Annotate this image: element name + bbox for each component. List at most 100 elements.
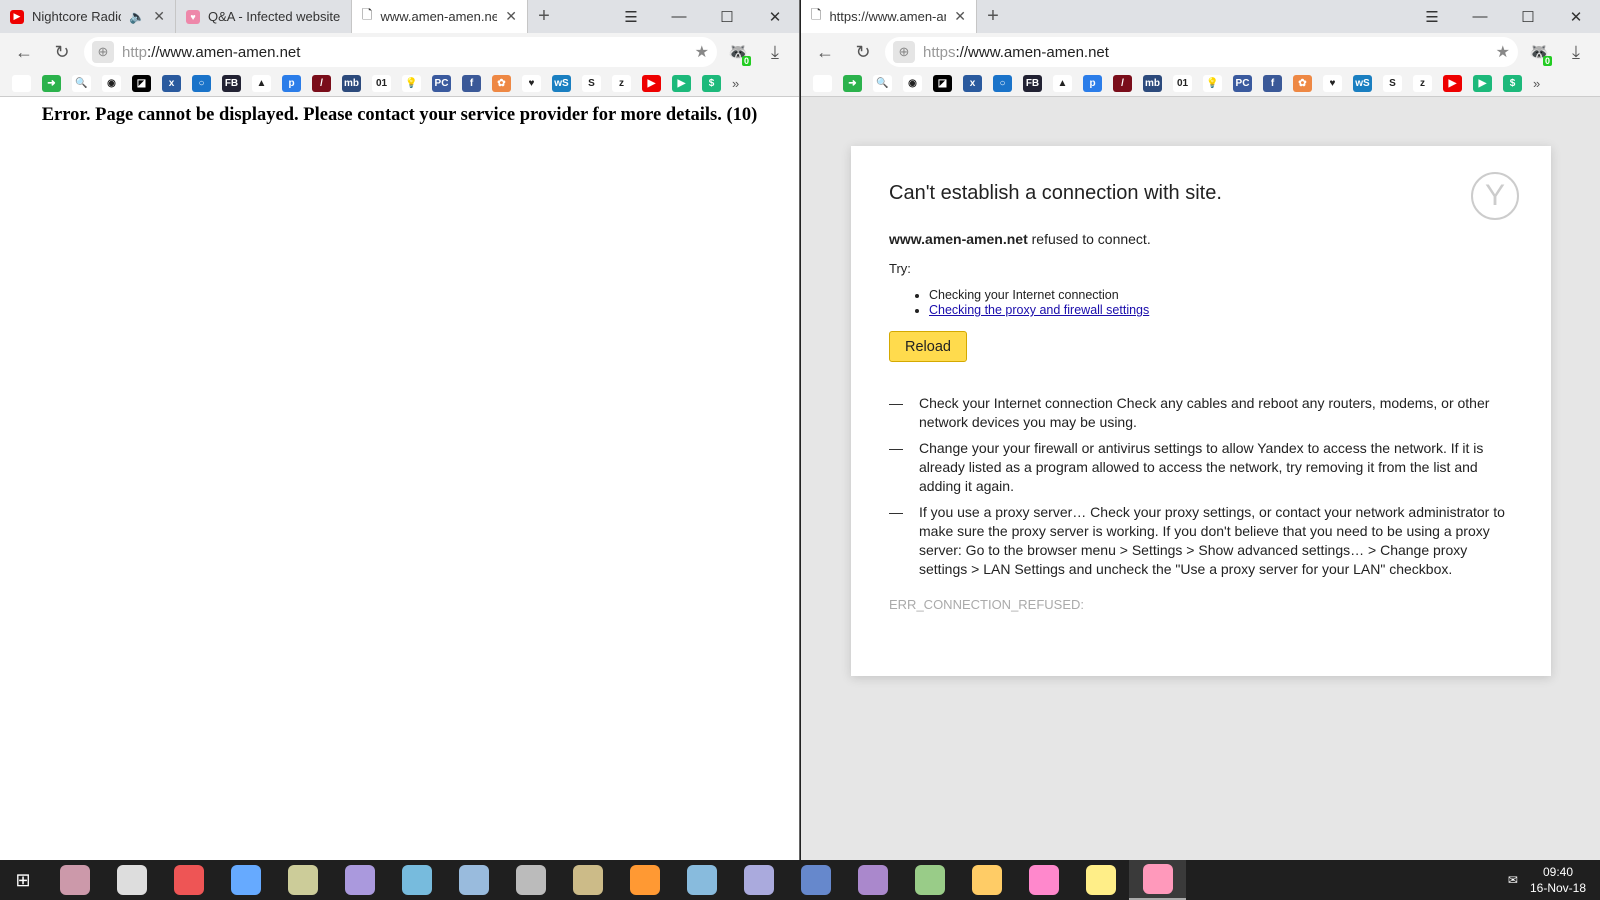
taskbar-app-icon[interactable] (1015, 860, 1072, 900)
taskbar-app-icon[interactable] (502, 860, 559, 900)
minimize-button[interactable]: — (1456, 0, 1504, 33)
taskbar-app-icon[interactable] (787, 860, 844, 900)
more-bookmarks-icon[interactable]: » (1533, 76, 1540, 91)
bookmark-p-icon[interactable]: p (282, 75, 301, 92)
bookmark-colors-icon[interactable]: ✿ (492, 75, 511, 92)
bookmark-youtube-icon[interactable]: ▶ (1443, 75, 1462, 92)
bookmark-s-icon[interactable]: S (582, 75, 601, 92)
bookmark-p-icon[interactable]: p (1083, 75, 1102, 92)
minimize-button[interactable]: — (655, 0, 703, 33)
downloads-button[interactable]: ⤓ (1560, 42, 1592, 63)
more-bookmarks-icon[interactable]: » (732, 76, 739, 91)
taskbar-app-icon[interactable] (673, 860, 730, 900)
taskbar-app-icon[interactable] (1072, 860, 1129, 900)
taskbar-app-icon[interactable] (445, 860, 502, 900)
bookmark-search-icon[interactable]: ○ (993, 75, 1012, 92)
tab-amen[interactable]: 🗋 www.amen-amen.net ✕ (352, 0, 528, 33)
taskbar-app-icon[interactable] (616, 860, 673, 900)
bookmark-binary-icon[interactable]: 01 (1173, 75, 1192, 92)
bookmark-page-icon[interactable] (12, 75, 31, 92)
bookmark-star-icon[interactable]: ★ (695, 42, 709, 62)
bookmark-star-icon[interactable]: ★ (1496, 42, 1510, 62)
taskbar-app-icon[interactable] (844, 860, 901, 900)
taskbar-app-icon[interactable] (103, 860, 160, 900)
bookmark-triangle-icon[interactable]: ▲ (1053, 75, 1072, 92)
bookmark-bulb-icon[interactable]: 💡 (402, 75, 421, 92)
bookmark-amd-icon[interactable]: ◪ (132, 75, 151, 92)
bookmark-youtube-icon[interactable]: ▶ (642, 75, 661, 92)
taskbar-app-icon[interactable] (730, 860, 787, 900)
back-button[interactable]: ← (809, 42, 841, 63)
taskbar-app-icon[interactable] (217, 860, 274, 900)
bookmark-location-icon[interactable]: ◉ (903, 75, 922, 92)
bookmark-wine-icon[interactable]: / (312, 75, 331, 92)
bookmark-search-icon[interactable]: ○ (192, 75, 211, 92)
bookmark-pc-icon[interactable]: PC (1233, 75, 1252, 92)
windows-start-icon[interactable]: ⊞ (0, 870, 46, 891)
tab-nightcore[interactable]: ▶ Nightcore Radio 🔈 ✕ (0, 0, 176, 33)
clock[interactable]: 09:40 16-Nov-18 (1530, 864, 1586, 896)
menu-icon[interactable]: ☰ (1408, 0, 1456, 33)
taskbar-app-icon[interactable] (559, 860, 616, 900)
bookmark-ws-icon[interactable]: wS (552, 75, 571, 92)
bookmark-fb-dark-icon[interactable]: FB (1023, 75, 1042, 92)
close-window-button[interactable]: ✕ (1552, 0, 1600, 33)
mail-tray-icon[interactable]: ✉ (1508, 873, 1518, 887)
bookmark-play-icon[interactable]: ▶ (1473, 75, 1492, 92)
bookmark-arrow-icon[interactable]: ➜ (843, 75, 862, 92)
close-tab-icon[interactable]: ✕ (954, 8, 966, 25)
maximize-button[interactable]: ☐ (1504, 0, 1552, 33)
taskbar-app-icon[interactable] (901, 860, 958, 900)
bookmark-magnifier-icon[interactable]: 🔍 (72, 75, 91, 92)
close-window-button[interactable]: ✕ (751, 0, 799, 33)
bookmark-z-icon[interactable]: z (612, 75, 631, 92)
taskbar-app-icon[interactable] (388, 860, 445, 900)
bookmark-colors-icon[interactable]: ✿ (1293, 75, 1312, 92)
speaker-icon[interactable]: 🔈 (129, 9, 145, 25)
bookmark-bulb-icon[interactable]: 💡 (1203, 75, 1222, 92)
downloads-button[interactable]: ⤓ (759, 42, 791, 63)
tab-amen-https[interactable]: 🗋 https://www.amen-amen.net ✕ (801, 0, 977, 33)
bookmark-amd-icon[interactable]: ◪ (933, 75, 952, 92)
address-bar[interactable]: ⊕ https://www.amen-amen.net ★ (885, 37, 1518, 67)
bookmark-magnifier-icon[interactable]: 🔍 (873, 75, 892, 92)
bookmark-dollar-icon[interactable]: $ (702, 75, 721, 92)
bookmark-page-icon[interactable] (813, 75, 832, 92)
bookmark-play-icon[interactable]: ▶ (672, 75, 691, 92)
taskbar-app-icon[interactable] (1129, 860, 1186, 900)
taskbar-app-icon[interactable] (160, 860, 217, 900)
close-tab-icon[interactable]: ✕ (505, 8, 517, 25)
bookmark-xda-icon[interactable]: x (963, 75, 982, 92)
extension-button[interactable]: 🦝 0 (1524, 42, 1554, 66)
taskbar-app-icon[interactable] (274, 860, 331, 900)
bookmark-wine-icon[interactable]: / (1113, 75, 1132, 92)
bookmark-binary-icon[interactable]: 01 (372, 75, 391, 92)
new-tab-button[interactable]: + (977, 0, 1009, 33)
bookmark-pc-icon[interactable]: PC (432, 75, 451, 92)
bookmark-xda-icon[interactable]: x (162, 75, 181, 92)
new-tab-button[interactable]: + (528, 0, 560, 33)
bookmark-location-icon[interactable]: ◉ (102, 75, 121, 92)
bookmark-dollar-icon[interactable]: $ (1503, 75, 1522, 92)
reload-page-button[interactable]: Reload (889, 331, 967, 362)
bookmark-arrow-icon[interactable]: ➜ (42, 75, 61, 92)
bookmark-yandex-qa-icon[interactable]: ♥ (522, 75, 541, 92)
bookmark-triangle-icon[interactable]: ▲ (252, 75, 271, 92)
tab-qa[interactable]: ♥ Q&A - Infected website (176, 0, 352, 33)
bookmark-facebook-icon[interactable]: f (1263, 75, 1282, 92)
bookmark-z-icon[interactable]: z (1413, 75, 1432, 92)
address-bar[interactable]: ⊕ http://www.amen-amen.net ★ (84, 37, 717, 67)
taskbar-app-icon[interactable] (331, 860, 388, 900)
extension-button[interactable]: 🦝 0 (723, 42, 753, 66)
close-tab-icon[interactable]: ✕ (153, 8, 165, 25)
bookmark-fb-dark-icon[interactable]: FB (222, 75, 241, 92)
bookmark-mb-icon[interactable]: mb (342, 75, 361, 92)
taskbar-app-icon[interactable] (958, 860, 1015, 900)
maximize-button[interactable]: ☐ (703, 0, 751, 33)
reload-button[interactable]: ↻ (847, 42, 879, 63)
back-button[interactable]: ← (8, 42, 40, 63)
proxy-settings-link[interactable]: Checking the proxy and firewall settings (929, 303, 1149, 317)
menu-icon[interactable]: ☰ (607, 0, 655, 33)
bookmark-mb-icon[interactable]: mb (1143, 75, 1162, 92)
bookmark-facebook-icon[interactable]: f (462, 75, 481, 92)
